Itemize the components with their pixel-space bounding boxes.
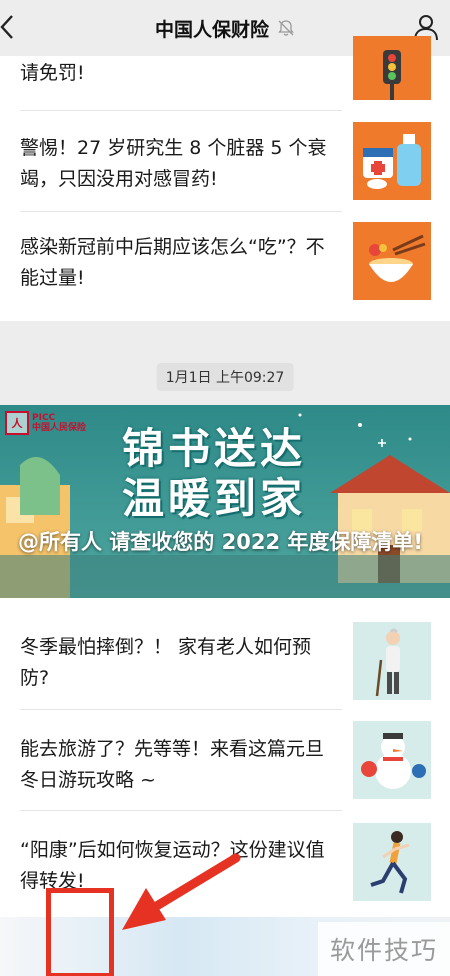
article-title: 感染新冠前中后期应该怎么“吃”？不能过量! [20,236,325,289]
article-title: 能去旅游了？先等等！来看这篇元旦冬日游玩攻略 ~ [20,738,325,791]
featured-banner[interactable]: 人 PICC 中国人民保险 锦书送达 温暖到家 @所有人 请查收您的 2022 … [0,405,450,598]
article-item[interactable]: 冬季最怕摔倒？！ 家有老人如何预防? [0,608,450,708]
article-item[interactable]: 感染新冠前中后期应该怎么“吃”？不能过量! [0,212,450,312]
food-bowl-thumbnail [353,222,431,300]
account-title: 中国人保财险 [154,18,269,41]
traffic-light-thumbnail [353,36,431,100]
article-item[interactable]: 能去旅游了？先等等！来看这篇元旦冬日游玩攻略 ~ [0,710,450,810]
runner-thumbnail [353,823,431,901]
article-item[interactable]: 警惕！27 岁研究生 8 个脏器 5 个衰竭，只因没用对感冒药! [0,111,450,211]
banner-headline-line2: 温暖到家 [122,474,307,523]
article-item[interactable]: 请免罚! [0,36,450,111]
medicine-thumbnail [353,122,431,200]
banner-caption: @所有人 请查收您的 2022 年度保障清单! [18,530,423,554]
article-title: 冬季最怕摔倒？！ 家有老人如何预防? [20,636,312,689]
snowman-thumbnail [353,721,431,799]
article-card-top: 请免罚! 警惕！27 岁研究生 8 个脏器 5 个衰竭，只因没用对感冒药! 感染… [0,36,450,321]
logo-mark: 人 [5,411,29,435]
watermark: 软件技巧 [318,922,450,976]
back-arrow-icon[interactable] [0,14,14,40]
elderly-cane-thumbnail [353,622,431,700]
article-card-bottom: 人 PICC 中国人民保险 锦书送达 温暖到家 @所有人 请查收您的 2022 … [0,405,450,917]
message-timestamp: 1月1日 上午09:27 [156,363,294,391]
logo-subtitle: 中国人民保险 [32,423,87,433]
mute-bell-icon [278,20,294,36]
highlight-box [46,888,114,976]
logo-text-block: PICC 中国人民保险 [32,413,86,433]
picc-logo: 人 PICC 中国人民保险 [5,411,86,435]
logo-name: PICC [32,413,56,423]
article-title: 警惕！27 岁研究生 8 个脏器 5 个衰竭，只因没用对感冒药! [20,137,327,190]
title-wrap: 中国人保财险 [155,15,295,42]
article-title: 请免罚! [20,62,85,84]
